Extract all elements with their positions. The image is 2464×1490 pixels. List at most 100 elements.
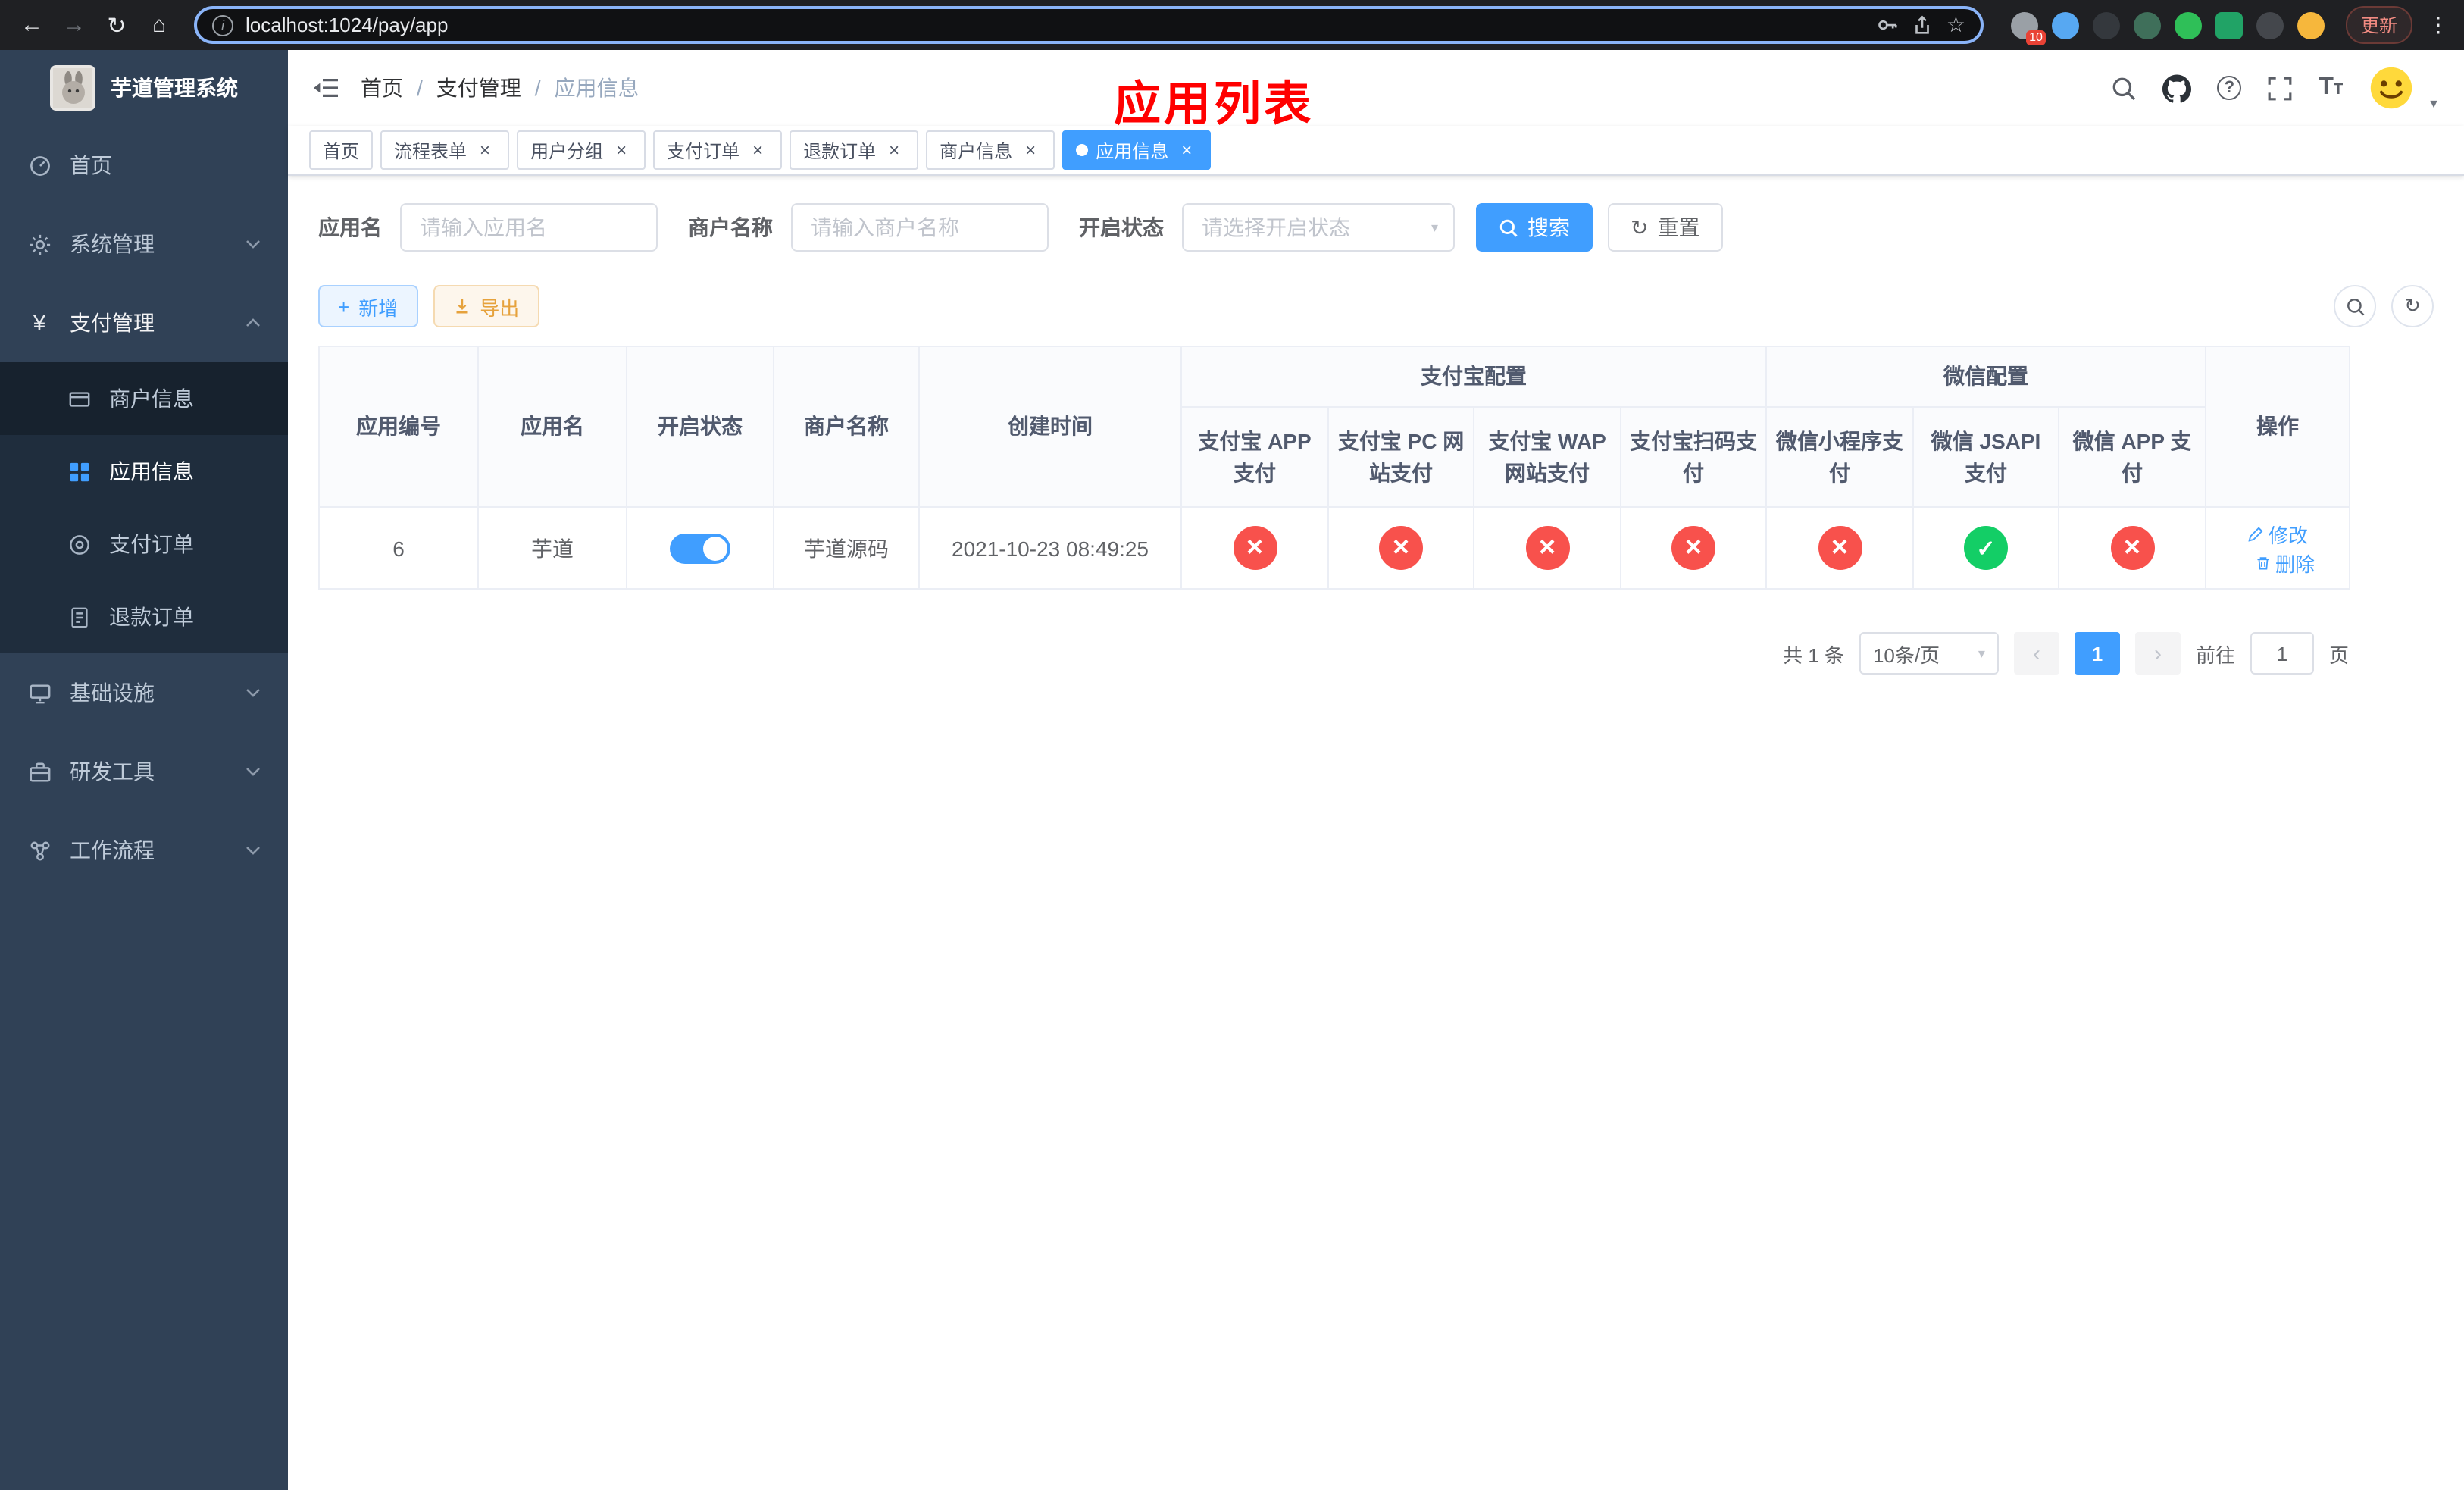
browser-menu-icon[interactable]: ⋮ [2425,12,2452,38]
enabled-toggle[interactable] [670,533,730,563]
tab-merchant-info[interactable]: 商户信息 × [926,130,1055,170]
breadcrumb-payment[interactable]: 支付管理 [436,73,521,103]
status-select[interactable]: 请选择开启状态 ▾ [1182,203,1455,252]
user-dropdown-caret-icon[interactable]: ▼ [2428,96,2440,110]
sidebar-item-home[interactable]: 首页 [0,126,288,205]
tab-app-info[interactable]: 应用信息 × [1062,130,1212,170]
extension-icon[interactable] [2215,11,2243,39]
share-icon[interactable] [1912,14,1934,36]
col-header-merchant: 商户名称 [773,346,920,508]
cell-merchant: 芋道源码 [773,506,920,590]
cross-icon: × [2110,526,2154,570]
next-page-button[interactable]: › [2134,632,2181,675]
tab-process-form[interactable]: 流程表单 × [380,130,510,170]
sidebar-item-label: 商户信息 [109,387,194,411]
delete-link[interactable]: 删除 [2254,548,2315,577]
refresh-table-button[interactable]: ↻ [2391,285,2434,327]
group-header-alipay: 支付宝配置 [1180,346,1767,408]
status-label: 开启状态 [1079,215,1164,239]
page-size-select[interactable]: 10条/页 ▾ [1859,632,1999,675]
breadcrumb-separator: / [534,76,541,100]
refresh-icon: ↻ [2404,294,2421,317]
cross-icon: × [1379,526,1423,570]
password-key-icon[interactable] [1877,14,1900,36]
extension-icon[interactable]: 10 [2010,11,2046,45]
back-button[interactable]: ← [12,5,52,45]
payment-submenu: 商户信息 应用信息 支付订单 退款订单 [0,362,288,653]
app-name-input[interactable] [400,203,658,252]
extension-icon[interactable] [2174,11,2202,39]
page-content: 应用名 商户名称 开启状态 请选择开启状态 ▾ 搜索 ↻ 重 [288,176,2464,1490]
col-header-wx-app: 微信 APP 支付 [2057,406,2207,508]
edit-link[interactable]: 修改 [2247,519,2308,548]
extension-icon[interactable] [2256,11,2284,39]
export-button[interactable]: 导出 [433,285,539,327]
github-icon[interactable] [2162,74,2192,102]
sidebar-item-app-info[interactable]: 应用信息 [0,435,288,508]
cell-created: 2021-10-23 08:49:25 [918,506,1182,590]
tab-pay-order[interactable]: 支付订单 × [653,130,783,170]
browser-update-button[interactable]: 更新 [2345,6,2412,44]
chevron-down-icon [245,688,261,697]
sidebar-item-system[interactable]: 系统管理 [0,205,288,283]
sidebar-item-merchant-info[interactable]: 商户信息 [0,362,288,435]
extension-icon[interactable] [2092,11,2120,39]
extension-icon[interactable] [2297,11,2325,39]
sidebar-item-payment[interactable]: ¥ 支付管理 [0,283,288,362]
site-info-icon[interactable]: i [212,14,233,36]
sidebar-item-infra[interactable]: 基础设施 [0,653,288,732]
extension-icon[interactable] [2051,11,2079,39]
tab-close-icon[interactable]: × [474,139,496,161]
sidebar-item-refund-order[interactable]: 退款订单 [0,581,288,653]
export-button-label: 导出 [480,296,520,319]
col-header-status: 开启状态 [626,346,774,508]
table-row: 6 芋道 芋道源码 2021-10-23 08:49:25 × × × × × … [318,506,2351,590]
toolbox-icon [27,759,52,784]
goto-page-input[interactable] [2250,632,2314,675]
breadcrumb-home[interactable]: 首页 [361,73,403,103]
font-size-icon[interactable]: TT [2319,75,2343,100]
col-header-alipay-app: 支付宝 APP 支付 [1180,406,1329,508]
cell-status [626,506,774,590]
sidebar-item-pay-order[interactable]: 支付订单 [0,508,288,581]
tab-close-icon[interactable]: × [747,139,768,161]
reload-button[interactable]: ↻ [97,5,136,45]
cell-alipay-qr: × [1620,506,1767,590]
tab-home[interactable]: 首页 [309,130,374,170]
tab-label: 应用信息 [1096,140,1169,161]
col-header-created: 创建时间 [918,346,1182,508]
extension-icon[interactable] [2133,11,2161,39]
sidebar-item-label: 工作流程 [70,838,155,862]
goto-suffix: 页 [2328,643,2349,666]
sidebar-item-workflow[interactable]: 工作流程 [0,811,288,890]
top-navbar: 首页 / 支付管理 / 应用信息 ? T T ▼ [288,50,2464,126]
home-button[interactable]: ⌂ [139,5,179,45]
tab-close-icon[interactable]: × [1020,139,1041,161]
page-number-1[interactable]: 1 [2074,632,2120,675]
breadcrumb-current: 应用信息 [554,76,639,100]
search-button[interactable]: 搜索 [1476,203,1593,252]
user-avatar[interactable] [2369,65,2415,111]
address-bar[interactable]: i localhost:1024/pay/app ☆ [194,6,1984,44]
help-icon[interactable]: ? [2217,76,2242,100]
tab-user-group[interactable]: 用户分组 × [517,130,646,170]
bookmark-star-icon[interactable]: ☆ [1946,12,1965,38]
tab-close-icon[interactable]: × [883,139,905,161]
merchant-name-input[interactable] [791,203,1049,252]
extensions-area: 10 [1999,11,2337,45]
hide-search-button[interactable] [2334,285,2376,327]
fullscreen-icon[interactable] [2267,75,2293,101]
tab-close-icon[interactable]: × [611,139,632,161]
sidebar-toggle-icon[interactable] [312,76,339,100]
search-icon[interactable] [2111,75,2137,101]
cross-icon: × [1525,526,1569,570]
forward-button[interactable]: → [55,5,94,45]
prev-page-button[interactable]: ‹ [2013,632,2059,675]
sidebar-item-devtools[interactable]: 研发工具 [0,732,288,811]
sidebar-item-label: 支付订单 [109,532,194,556]
tab-refund-order[interactable]: 退款订单 × [790,130,919,170]
app-logo[interactable]: 芋道管理系统 [0,50,288,126]
add-button[interactable]: + 新增 [318,285,418,327]
reset-button[interactable]: ↻ 重置 [1608,203,1723,252]
tab-close-icon[interactable]: × [1176,139,1197,161]
